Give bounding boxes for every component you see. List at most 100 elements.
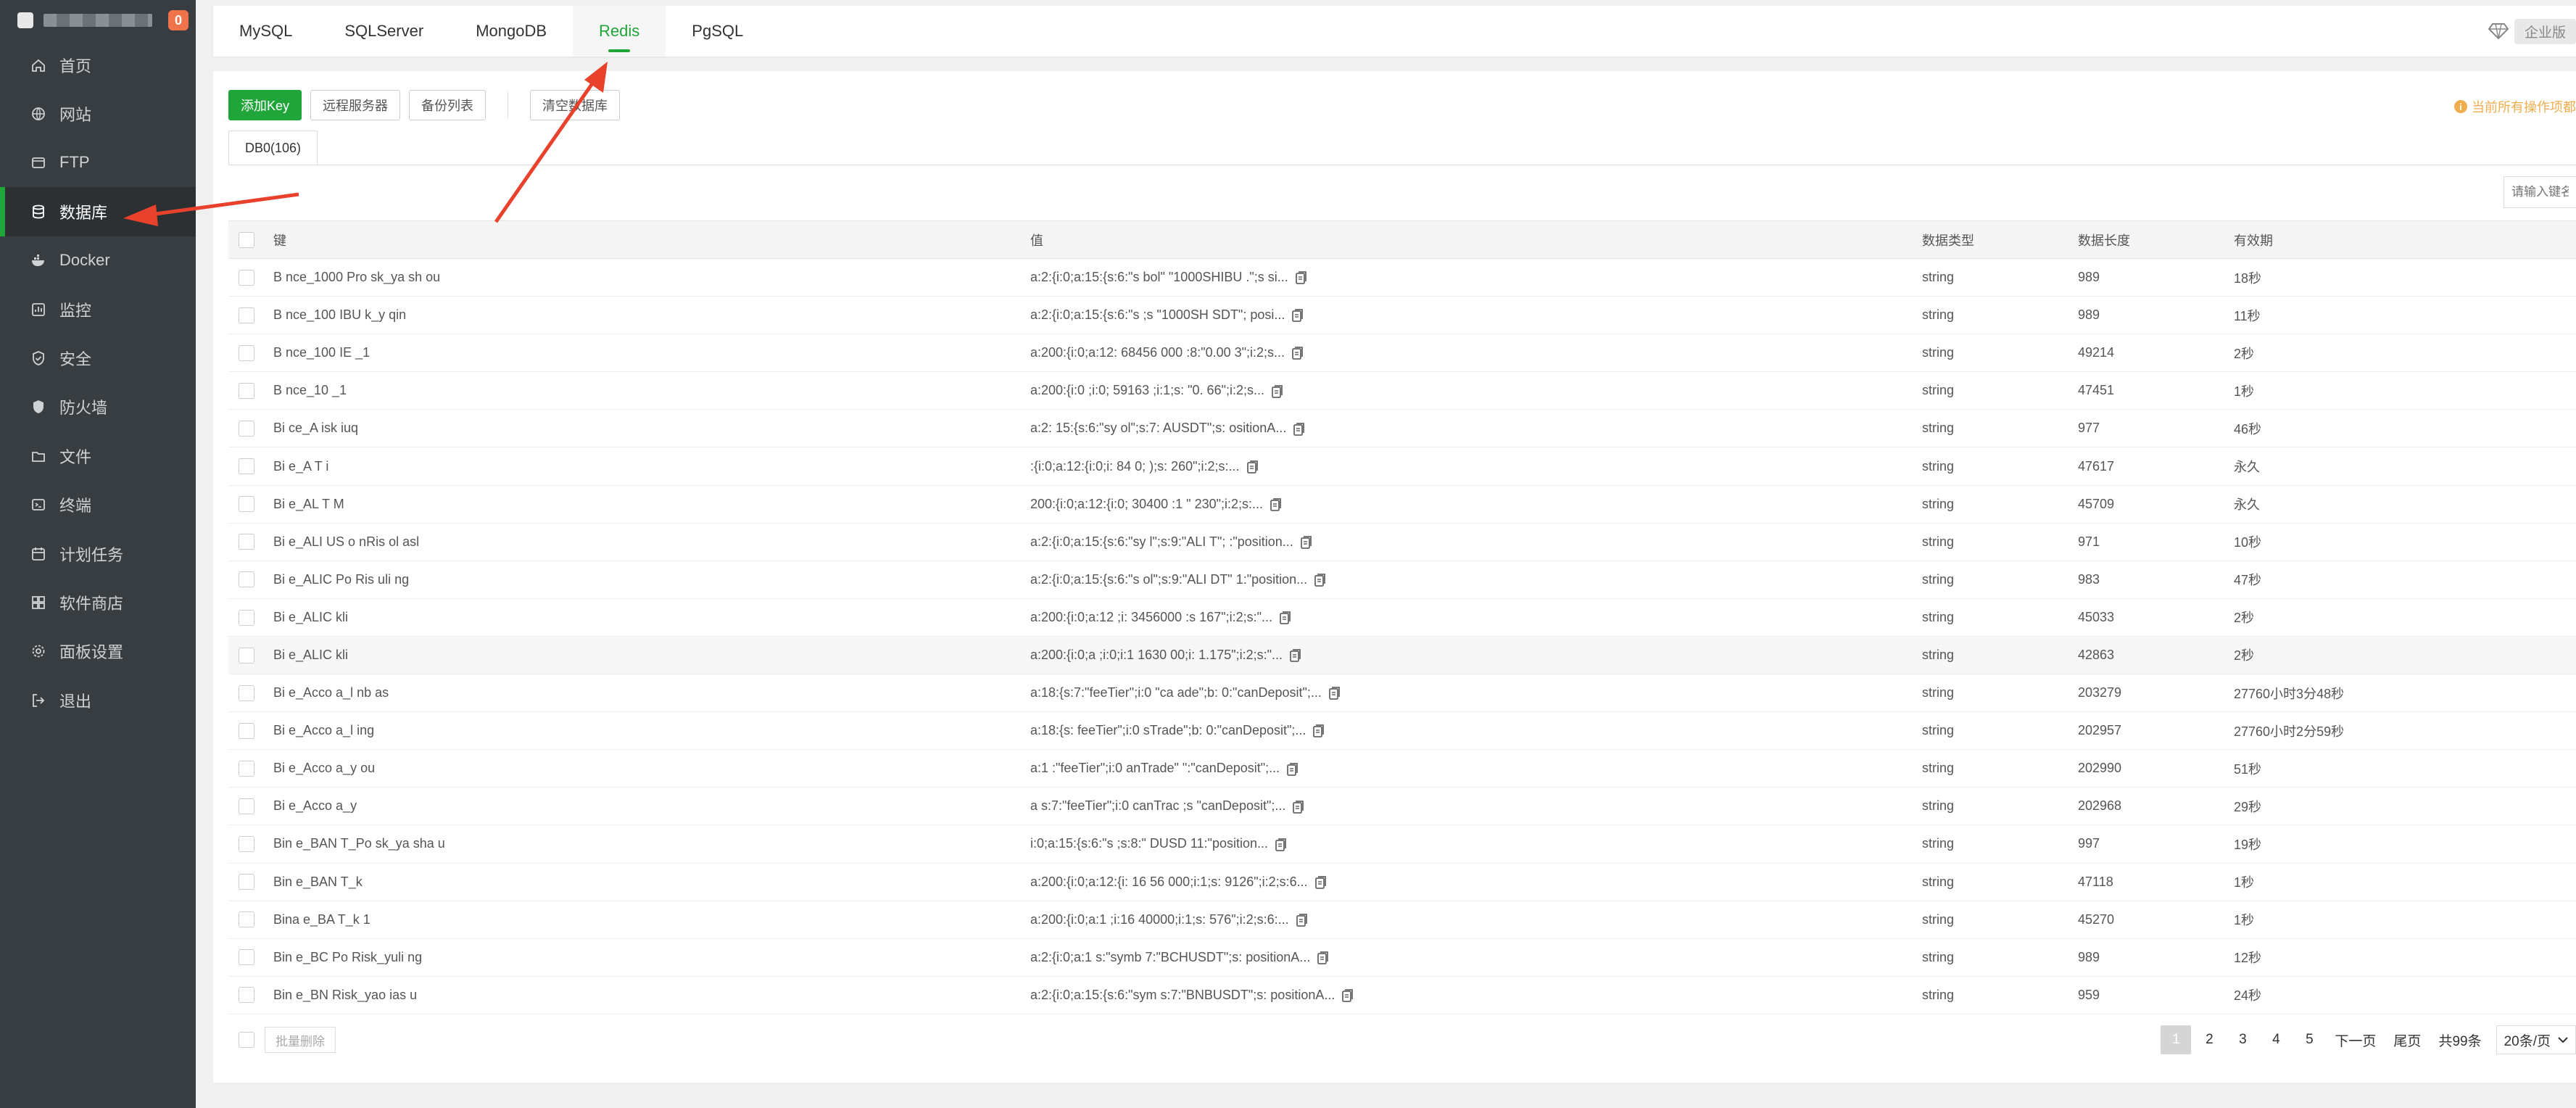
tab-redis[interactable]: Redis bbox=[573, 6, 666, 57]
row-checkbox[interactable] bbox=[239, 911, 254, 928]
sidebar-item-3[interactable]: 数据库 bbox=[0, 187, 196, 236]
clear-database-button[interactable]: 清空数据库 bbox=[530, 90, 621, 120]
table-row[interactable]: Bi e_AL T M 200:{i:0;a:12:{i:0; 30400 :1… bbox=[228, 485, 2576, 524]
table-row[interactable]: Bi e_ALIC Po Ris uli ng a:2:{i:0;a:15:{s:… bbox=[228, 561, 2576, 599]
row-key[interactable]: Bi e_ALIC Po Ris uli ng bbox=[268, 561, 1024, 598]
row-checkbox[interactable] bbox=[239, 534, 254, 550]
row-key[interactable]: Bin e_BC Po Risk_yuli ng bbox=[268, 938, 1024, 976]
row-checkbox[interactable] bbox=[239, 421, 254, 437]
row-checkbox[interactable] bbox=[239, 571, 254, 588]
page-4[interactable]: 4 bbox=[2261, 1025, 2291, 1054]
row-key[interactable]: Bi e_ALI US o nRis ol asl bbox=[268, 523, 1024, 561]
row-checkbox[interactable] bbox=[239, 685, 254, 701]
copy-icon[interactable] bbox=[1328, 687, 1341, 700]
table-row[interactable]: B nce_10 _1 a:200:{i:0 ;i:0; 59163 ;i:1;s… bbox=[228, 372, 2576, 410]
copy-icon[interactable] bbox=[1295, 271, 1307, 285]
table-row[interactable]: Bin e_BN Risk_yao ias u a:2:{i:0;a:15:{s:… bbox=[228, 976, 2576, 1014]
table-row[interactable]: Bi e_ALI US o nRis ol asl a:2:{i:0;a:15:{… bbox=[228, 523, 2576, 561]
copy-icon[interactable] bbox=[1290, 649, 1301, 663]
sidebar-item-9[interactable]: 终端 bbox=[0, 481, 196, 529]
tab-mongodb[interactable]: MongoDB bbox=[450, 6, 573, 57]
copy-icon[interactable] bbox=[1293, 422, 1305, 436]
batch-delete-button[interactable]: 批量删除 bbox=[265, 1027, 336, 1053]
row-checkbox[interactable] bbox=[239, 798, 254, 814]
table-row[interactable]: Bin e_BAN T_Po sk_ya sha u i:0;a:15:{s:6… bbox=[228, 825, 2576, 863]
row-key[interactable]: Bin e_BAN T_Po sk_ya sha u bbox=[268, 825, 1024, 863]
table-row[interactable]: Bi ce_A isk iuq a:2: 15:{s:6:"sy ol";s:7:… bbox=[228, 410, 2576, 447]
row-key[interactable]: Bi e_Acco a_y bbox=[268, 787, 1024, 825]
add-key-button[interactable]: 添加Key bbox=[228, 90, 302, 120]
copy-icon[interactable] bbox=[1270, 497, 1282, 511]
row-checkbox[interactable] bbox=[239, 987, 254, 1004]
table-row[interactable]: Bin e_BAN T_k a:200:{i:0;a:12:{i: 16 56 0… bbox=[228, 863, 2576, 901]
row-key[interactable]: Bina e_BA T_k 1 bbox=[268, 901, 1024, 938]
tab-sqlserver[interactable]: SQLServer bbox=[318, 6, 450, 57]
table-row[interactable]: Bina e_BA T_k 1 a:200:{i:0;a:1 ;i:16 4000… bbox=[228, 901, 2576, 939]
table-row[interactable]: Bi e_Acco a_y ou a:1 :"feeTier";i:0 anTra… bbox=[228, 750, 2576, 787]
table-row[interactable]: B nce_100 IE _1 a:200:{i:0;a:12: 68456 00… bbox=[228, 334, 2576, 372]
row-key[interactable]: Bi e_Acco a_l nb as bbox=[268, 674, 1024, 712]
copy-icon[interactable] bbox=[1314, 875, 1327, 889]
row-key[interactable]: B nce_1000 Pro sk_ya sh ou bbox=[268, 259, 1024, 297]
copy-icon[interactable] bbox=[1296, 913, 1308, 927]
select-all-checkbox[interactable] bbox=[239, 231, 254, 248]
key-search-input[interactable] bbox=[2503, 176, 2576, 208]
row-checkbox[interactable] bbox=[239, 307, 254, 323]
tab-pgsql[interactable]: PgSQL bbox=[666, 6, 769, 57]
table-row[interactable]: Bi e_ALIC kli a:200:{i:0;a:12 ;i: 3456000… bbox=[228, 598, 2576, 637]
last-page-link[interactable]: 尾页 bbox=[2386, 1030, 2428, 1050]
copy-icon[interactable] bbox=[1275, 838, 1287, 851]
row-checkbox[interactable] bbox=[239, 609, 254, 626]
sidebar-item-2[interactable]: FTP bbox=[0, 138, 196, 187]
sidebar-item-11[interactable]: 软件商店 bbox=[0, 578, 196, 627]
row-checkbox[interactable] bbox=[239, 496, 254, 513]
table-row[interactable]: Bi e_Acco a_l nb as a:18:{s:7:"feeTier";i… bbox=[228, 674, 2576, 712]
table-row[interactable]: B nce_100 IBU k_y qin a:2:{i:0;a:15:{s:6:… bbox=[228, 297, 2576, 334]
sidebar-item-1[interactable]: 网站 bbox=[0, 89, 196, 138]
per-page-select[interactable]: 20条/页 bbox=[2496, 1025, 2576, 1054]
sidebar-item-7[interactable]: 防火墙 bbox=[0, 383, 196, 431]
row-checkbox[interactable] bbox=[239, 874, 254, 890]
sidebar-item-12[interactable]: 面板设置 bbox=[0, 627, 196, 676]
page-5[interactable]: 5 bbox=[2294, 1025, 2324, 1054]
sidebar-item-0[interactable]: 首页 bbox=[0, 41, 196, 89]
sidebar-item-4[interactable]: Docker bbox=[0, 236, 196, 285]
notification-badge[interactable]: 0 bbox=[168, 10, 189, 30]
sidebar-item-5[interactable]: 监控 bbox=[0, 285, 196, 334]
row-key[interactable]: Bi ce_A isk iuq bbox=[268, 410, 1024, 447]
page-2[interactable]: 2 bbox=[2194, 1025, 2224, 1054]
row-key[interactable]: Bin e_BN Risk_yao ias u bbox=[268, 976, 1024, 1014]
row-key[interactable]: B nce_100 IE _1 bbox=[268, 334, 1024, 372]
table-row[interactable]: Bi e_Acco a_y a s:7:"feeTier";i:0 canTrac… bbox=[228, 787, 2576, 825]
copy-icon[interactable] bbox=[1293, 800, 1304, 814]
row-checkbox[interactable] bbox=[239, 458, 254, 475]
copy-icon[interactable] bbox=[1287, 762, 1299, 776]
next-page-link[interactable]: 下一页 bbox=[2327, 1030, 2383, 1050]
copy-icon[interactable] bbox=[1313, 724, 1325, 738]
sidebar-item-8[interactable]: 文件 bbox=[0, 431, 196, 480]
row-checkbox[interactable] bbox=[239, 949, 254, 966]
table-row[interactable]: B nce_1000 Pro sk_ya sh ou a:2:{i:0;a:15:… bbox=[228, 259, 2576, 297]
copy-icon[interactable] bbox=[1314, 574, 1326, 587]
copy-icon[interactable] bbox=[1292, 309, 1304, 323]
row-checkbox[interactable] bbox=[239, 344, 254, 361]
row-checkbox[interactable] bbox=[239, 836, 254, 853]
backup-list-button[interactable]: 备份列表 bbox=[409, 90, 486, 120]
row-key[interactable]: Bi e_ALIC kli bbox=[268, 598, 1024, 636]
row-key[interactable]: B nce_100 IBU k_y qin bbox=[268, 297, 1024, 334]
page-1[interactable]: 1 bbox=[2161, 1025, 2192, 1054]
remote-server-button[interactable]: 远程服务器 bbox=[310, 90, 401, 120]
tab-mysql[interactable]: MySQL bbox=[213, 6, 318, 57]
page-3[interactable]: 3 bbox=[2227, 1025, 2258, 1054]
sidebar-item-6[interactable]: 安全 bbox=[0, 334, 196, 382]
copy-icon[interactable] bbox=[1300, 536, 1312, 549]
row-key[interactable]: Bi e_Acco a_l ing bbox=[268, 712, 1024, 750]
row-key[interactable]: B nce_10 _1 bbox=[268, 372, 1024, 410]
row-key[interactable]: Bi e_A T i bbox=[268, 447, 1024, 485]
footer-select-all-checkbox[interactable] bbox=[239, 1032, 254, 1048]
row-checkbox[interactable] bbox=[239, 722, 254, 739]
copy-icon[interactable] bbox=[1342, 989, 1354, 1002]
table-row[interactable]: Bin e_BC Po Risk_yuli ng a:2:{i:0;a:1 s:"… bbox=[228, 938, 2576, 977]
copy-icon[interactable] bbox=[1292, 347, 1304, 360]
sidebar-item-10[interactable]: 计划任务 bbox=[0, 529, 196, 578]
